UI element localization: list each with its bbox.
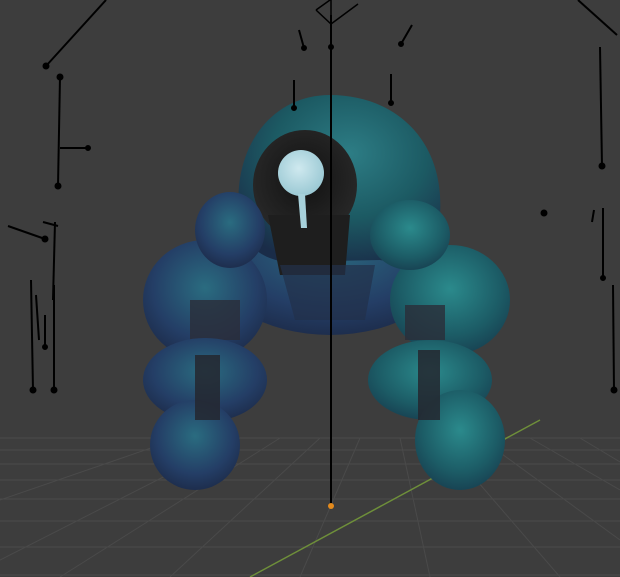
bone bbox=[599, 46, 603, 167]
joint bbox=[42, 344, 48, 350]
3d-viewport[interactable] bbox=[0, 0, 620, 577]
left-wrist-band bbox=[195, 355, 220, 420]
bone bbox=[612, 284, 615, 391]
right-upper-arm bbox=[370, 200, 450, 270]
joint bbox=[398, 41, 404, 47]
joint bbox=[328, 44, 334, 50]
joint bbox=[291, 105, 297, 111]
joint bbox=[540, 209, 548, 217]
camera-icon bbox=[315, 0, 359, 25]
bone bbox=[35, 294, 40, 341]
eye bbox=[278, 150, 324, 196]
joint bbox=[85, 145, 91, 151]
bone bbox=[57, 76, 61, 187]
bone bbox=[30, 279, 34, 391]
viewport-canvas[interactable] bbox=[0, 0, 620, 577]
joint bbox=[388, 100, 394, 106]
joint bbox=[598, 162, 606, 170]
joint bbox=[600, 275, 606, 281]
character-mesh[interactable] bbox=[143, 95, 510, 490]
left-band bbox=[190, 300, 240, 340]
joint bbox=[50, 386, 58, 394]
left-upper-arm bbox=[195, 192, 265, 268]
bone bbox=[45, 0, 107, 67]
right-wrist-band bbox=[418, 350, 440, 420]
bone bbox=[591, 209, 595, 223]
object-origin[interactable] bbox=[328, 503, 334, 509]
joint bbox=[56, 73, 64, 81]
joint bbox=[42, 62, 50, 70]
torso-detail bbox=[280, 265, 375, 320]
joint bbox=[29, 386, 37, 394]
joint bbox=[301, 45, 307, 51]
joint bbox=[41, 235, 49, 243]
bone bbox=[400, 24, 413, 45]
right-band bbox=[405, 305, 445, 340]
joint bbox=[610, 386, 618, 394]
joint bbox=[54, 182, 62, 190]
bone bbox=[577, 0, 618, 36]
bone bbox=[7, 225, 46, 240]
camera-gizmo[interactable] bbox=[315, 0, 359, 25]
floor-grid bbox=[0, 437, 620, 577]
